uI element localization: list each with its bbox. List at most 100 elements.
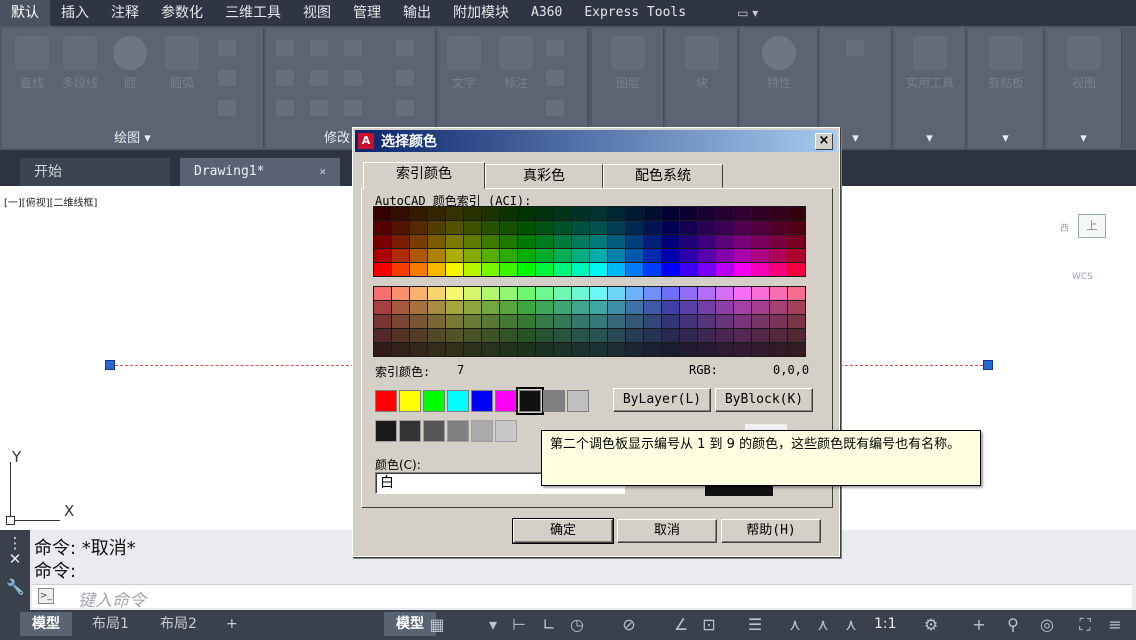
aci-color-cell[interactable]: [644, 263, 661, 276]
aci-color-cell[interactable]: [554, 301, 571, 314]
standard-color-swatch[interactable]: [516, 387, 544, 415]
array-icon[interactable]: [344, 100, 362, 116]
aci-color-cell[interactable]: [680, 249, 697, 262]
ribbon-tab-annotate[interactable]: 注释: [100, 0, 150, 26]
aci-color-cell[interactable]: [446, 315, 463, 328]
aci-color-cell[interactable]: [698, 263, 715, 276]
aci-color-cell[interactable]: [788, 329, 805, 342]
aci-color-cell[interactable]: [374, 235, 391, 248]
text-tool[interactable]: 文字: [438, 36, 490, 91]
aci-color-cell[interactable]: [716, 343, 733, 356]
aci-color-cell[interactable]: [716, 329, 733, 342]
aci-color-cell[interactable]: [464, 301, 481, 314]
aci-color-cell[interactable]: [698, 329, 715, 342]
aci-color-cell[interactable]: [680, 221, 697, 234]
help-button[interactable]: 帮助(H): [721, 519, 821, 543]
aci-color-cell[interactable]: [428, 207, 445, 220]
aci-color-cell[interactable]: [536, 207, 553, 220]
aci-color-cell[interactable]: [554, 235, 571, 248]
aci-color-cell[interactable]: [788, 343, 805, 356]
aci-color-cell[interactable]: [572, 221, 589, 234]
aci-color-cell[interactable]: [446, 221, 463, 234]
aci-color-cell[interactable]: [698, 287, 715, 300]
aci-color-cell[interactable]: [680, 301, 697, 314]
aci-color-cell[interactable]: [608, 287, 625, 300]
aci-color-cell[interactable]: [752, 235, 769, 248]
aci-color-cell[interactable]: [482, 263, 499, 276]
close-icon[interactable]: ×: [319, 158, 326, 186]
aci-color-cell[interactable]: [518, 287, 535, 300]
aci-color-cell[interactable]: [752, 207, 769, 220]
viewport-controls[interactable]: [一][俯视][二维线框]: [4, 194, 97, 209]
aci-color-cell[interactable]: [626, 301, 643, 314]
aci-color-cell[interactable]: [428, 315, 445, 328]
aci-color-cell[interactable]: [752, 287, 769, 300]
aci-color-cell[interactable]: [716, 207, 733, 220]
grid-icon[interactable]: ▦: [428, 616, 446, 634]
aci-color-cell[interactable]: [392, 235, 409, 248]
infer-icon[interactable]: ⊢: [510, 616, 528, 634]
aci-color-cell[interactable]: [536, 235, 553, 248]
aci-color-cell[interactable]: [554, 221, 571, 234]
aci-color-cell[interactable]: [410, 287, 427, 300]
rotate-icon[interactable]: [310, 40, 328, 56]
aci-color-cell[interactable]: [752, 249, 769, 262]
aci-color-cell[interactable]: [572, 235, 589, 248]
standard-color-swatch[interactable]: [471, 390, 493, 412]
aci-color-cell[interactable]: [590, 301, 607, 314]
aci-color-cell[interactable]: [374, 207, 391, 220]
aci-color-cell[interactable]: [644, 301, 661, 314]
lineweight-icon[interactable]: ☰: [746, 616, 764, 634]
dialog-title-bar[interactable]: A 选择颜色 ×: [355, 130, 837, 152]
aci-color-cell[interactable]: [446, 235, 463, 248]
aci-color-cell[interactable]: [752, 263, 769, 276]
aci-color-cell[interactable]: [734, 263, 751, 276]
ortho-icon[interactable]: ∟: [540, 616, 558, 634]
osnap-icon[interactable]: ⊘: [620, 616, 638, 634]
aci-color-cell[interactable]: [770, 207, 787, 220]
aci-color-cell[interactable]: [428, 263, 445, 276]
aci-color-cell[interactable]: [662, 287, 679, 300]
aci-color-cell[interactable]: [662, 263, 679, 276]
aci-color-cell[interactable]: [716, 301, 733, 314]
aci-color-cell[interactable]: [374, 263, 391, 276]
aci-color-cell[interactable]: [770, 315, 787, 328]
aci-color-cell[interactable]: [590, 207, 607, 220]
aci-color-cell[interactable]: [482, 287, 499, 300]
hardware-acceleration-icon[interactable]: ◎: [1038, 616, 1056, 634]
view-tool[interactable]: 视图: [1058, 36, 1110, 91]
aci-color-cell[interactable]: [644, 207, 661, 220]
aci-color-cell[interactable]: [536, 221, 553, 234]
aci-color-cell[interactable]: [572, 249, 589, 262]
move-icon[interactable]: [276, 40, 294, 56]
panel-clipboard-dropdown[interactable]: ▾: [968, 131, 1043, 146]
aci-color-cell[interactable]: [428, 287, 445, 300]
aci-color-cell[interactable]: [572, 343, 589, 356]
aci-color-cell[interactable]: [734, 301, 751, 314]
aci-color-cell[interactable]: [752, 301, 769, 314]
aci-color-cell[interactable]: [608, 207, 625, 220]
fullscreen-icon[interactable]: ⛶: [1076, 616, 1094, 634]
aci-color-cell[interactable]: [626, 329, 643, 342]
aci-color-cell[interactable]: [392, 207, 409, 220]
gray-color-swatch[interactable]: [495, 420, 517, 442]
aci-color-cell[interactable]: [572, 315, 589, 328]
aci-color-cell[interactable]: [392, 221, 409, 234]
aci-color-cell[interactable]: [554, 207, 571, 220]
annotation-scale-value[interactable]: 1:1: [862, 612, 909, 636]
leader-icon[interactable]: [546, 40, 564, 56]
aci-color-cell[interactable]: [428, 235, 445, 248]
aci-color-cell[interactable]: [608, 329, 625, 342]
aci-color-cell[interactable]: [680, 207, 697, 220]
wcs-menu[interactable]: WCS: [1072, 272, 1093, 282]
ribbon-tab-parametric[interactable]: 参数化: [150, 0, 214, 26]
aci-color-cell[interactable]: [392, 301, 409, 314]
aci-color-cell[interactable]: [464, 263, 481, 276]
aci-color-cell[interactable]: [680, 287, 697, 300]
aci-color-cell[interactable]: [536, 263, 553, 276]
aci-color-cell[interactable]: [410, 235, 427, 248]
aci-color-cell[interactable]: [410, 343, 427, 356]
aci-palette-dark[interactable]: [373, 206, 806, 277]
annotation-visibility-icon[interactable]: ⋏: [786, 616, 804, 634]
aci-color-cell[interactable]: [716, 287, 733, 300]
